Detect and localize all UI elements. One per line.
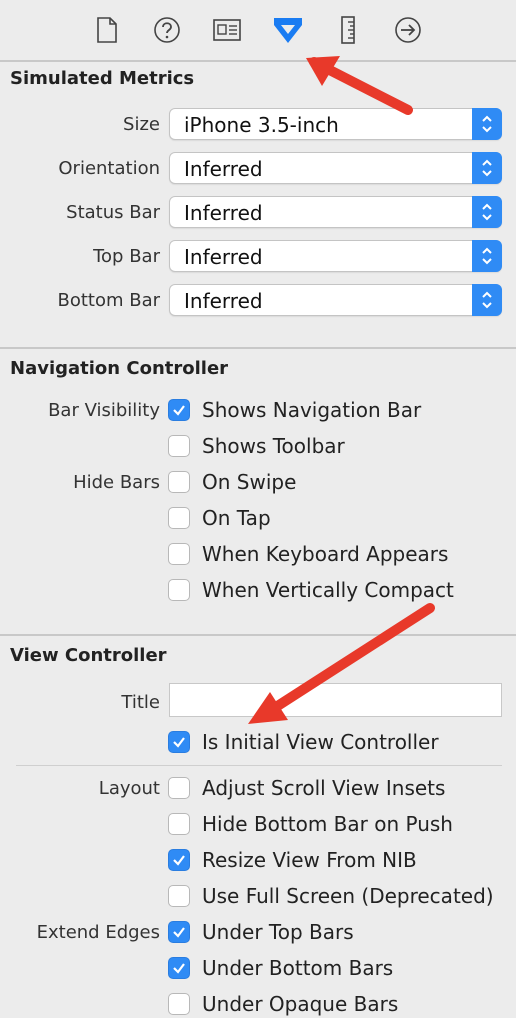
file-icon[interactable] [89, 12, 125, 48]
chevron-updown-icon [472, 108, 502, 140]
when-vertically-compact-checkbox[interactable] [168, 579, 190, 601]
size-popup-value: iPhone 3.5-inch [184, 113, 339, 137]
top-bar-label: Top Bar [93, 246, 160, 267]
layout-label: Layout [98, 778, 160, 799]
under-top-bars-label: Under Top Bars [202, 920, 354, 944]
status-bar-popup[interactable]: Inferred [169, 196, 502, 228]
use-full-screen-checkbox[interactable] [168, 885, 190, 907]
orientation-label: Orientation [58, 158, 160, 179]
extend-edges-label: Extend Edges [36, 922, 160, 943]
resize-view-from-nib-checkbox[interactable] [168, 849, 190, 871]
under-opaque-bars-checkbox[interactable] [168, 993, 190, 1015]
under-bottom-bars-checkbox[interactable] [168, 957, 190, 979]
size-label: Size [123, 114, 160, 135]
connections-icon[interactable] [390, 12, 426, 48]
adjust-scroll-view-insets-checkbox[interactable] [168, 777, 190, 799]
shows-toolbar-label: Shows Toolbar [202, 434, 345, 458]
section-divider [0, 347, 516, 349]
chevron-updown-icon [472, 152, 502, 184]
when-keyboard-appears-checkbox[interactable] [168, 543, 190, 565]
use-full-screen-label: Use Full Screen (Deprecated) [202, 884, 494, 908]
hide-bottom-bar-on-push-label: Hide Bottom Bar on Push [202, 812, 453, 836]
is-initial-view-controller-checkbox[interactable] [168, 731, 190, 753]
size-ruler-icon[interactable] [330, 12, 366, 48]
title-text-field[interactable] [169, 683, 502, 717]
shows-navigation-bar-label: Shows Navigation Bar [202, 398, 422, 422]
inner-separator [16, 765, 502, 766]
on-tap-checkbox[interactable] [168, 507, 190, 529]
is-initial-view-controller-label: Is Initial View Controller [202, 730, 439, 754]
chevron-updown-icon [472, 196, 502, 228]
under-bottom-bars-label: Under Bottom Bars [202, 956, 394, 980]
size-popup[interactable]: iPhone 3.5-inch [169, 108, 502, 140]
when-keyboard-appears-label: When Keyboard Appears [202, 542, 449, 566]
bottom-bar-popup-value: Inferred [184, 289, 263, 313]
shows-navigation-bar-checkbox[interactable] [168, 399, 190, 421]
identity-icon[interactable] [209, 12, 245, 48]
top-bar-popup-value: Inferred [184, 245, 263, 269]
title-field-label: Title [121, 692, 160, 713]
bottom-bar-popup[interactable]: Inferred [169, 284, 502, 316]
orientation-popup-value: Inferred [184, 157, 263, 181]
under-top-bars-checkbox[interactable] [168, 921, 190, 943]
section-divider [0, 634, 516, 636]
on-swipe-checkbox[interactable] [168, 471, 190, 493]
on-swipe-label: On Swipe [202, 470, 297, 494]
chevron-updown-icon [472, 284, 502, 316]
top-bar-popup[interactable]: Inferred [169, 240, 502, 272]
attributes-icon[interactable] [270, 12, 306, 48]
bottom-bar-label: Bottom Bar [57, 290, 160, 311]
section-title-view-controller: View Controller [10, 645, 167, 666]
help-icon[interactable] [149, 12, 185, 48]
shows-toolbar-checkbox[interactable] [168, 435, 190, 457]
hide-bottom-bar-on-push-checkbox[interactable] [168, 813, 190, 835]
section-title-simulated-metrics: Simulated Metrics [10, 68, 195, 89]
orientation-popup[interactable]: Inferred [169, 152, 502, 184]
under-opaque-bars-label: Under Opaque Bars [202, 992, 399, 1016]
when-vertically-compact-label: When Vertically Compact [202, 578, 454, 602]
status-bar-popup-value: Inferred [184, 201, 263, 225]
hide-bars-label: Hide Bars [73, 472, 160, 493]
toolbar-divider [0, 60, 516, 62]
adjust-scroll-view-insets-label: Adjust Scroll View Insets [202, 776, 446, 800]
on-tap-label: On Tap [202, 506, 271, 530]
resize-view-from-nib-label: Resize View From NIB [202, 848, 417, 872]
chevron-updown-icon [472, 240, 502, 272]
section-title-navigation-controller: Navigation Controller [10, 358, 229, 379]
status-bar-label: Status Bar [66, 202, 160, 223]
attributes-inspector: Simulated Metrics Size iPhone 3.5-inch O… [0, 0, 516, 1018]
bar-visibility-label: Bar Visibility [48, 400, 160, 421]
inspector-toolbar [0, 0, 516, 60]
